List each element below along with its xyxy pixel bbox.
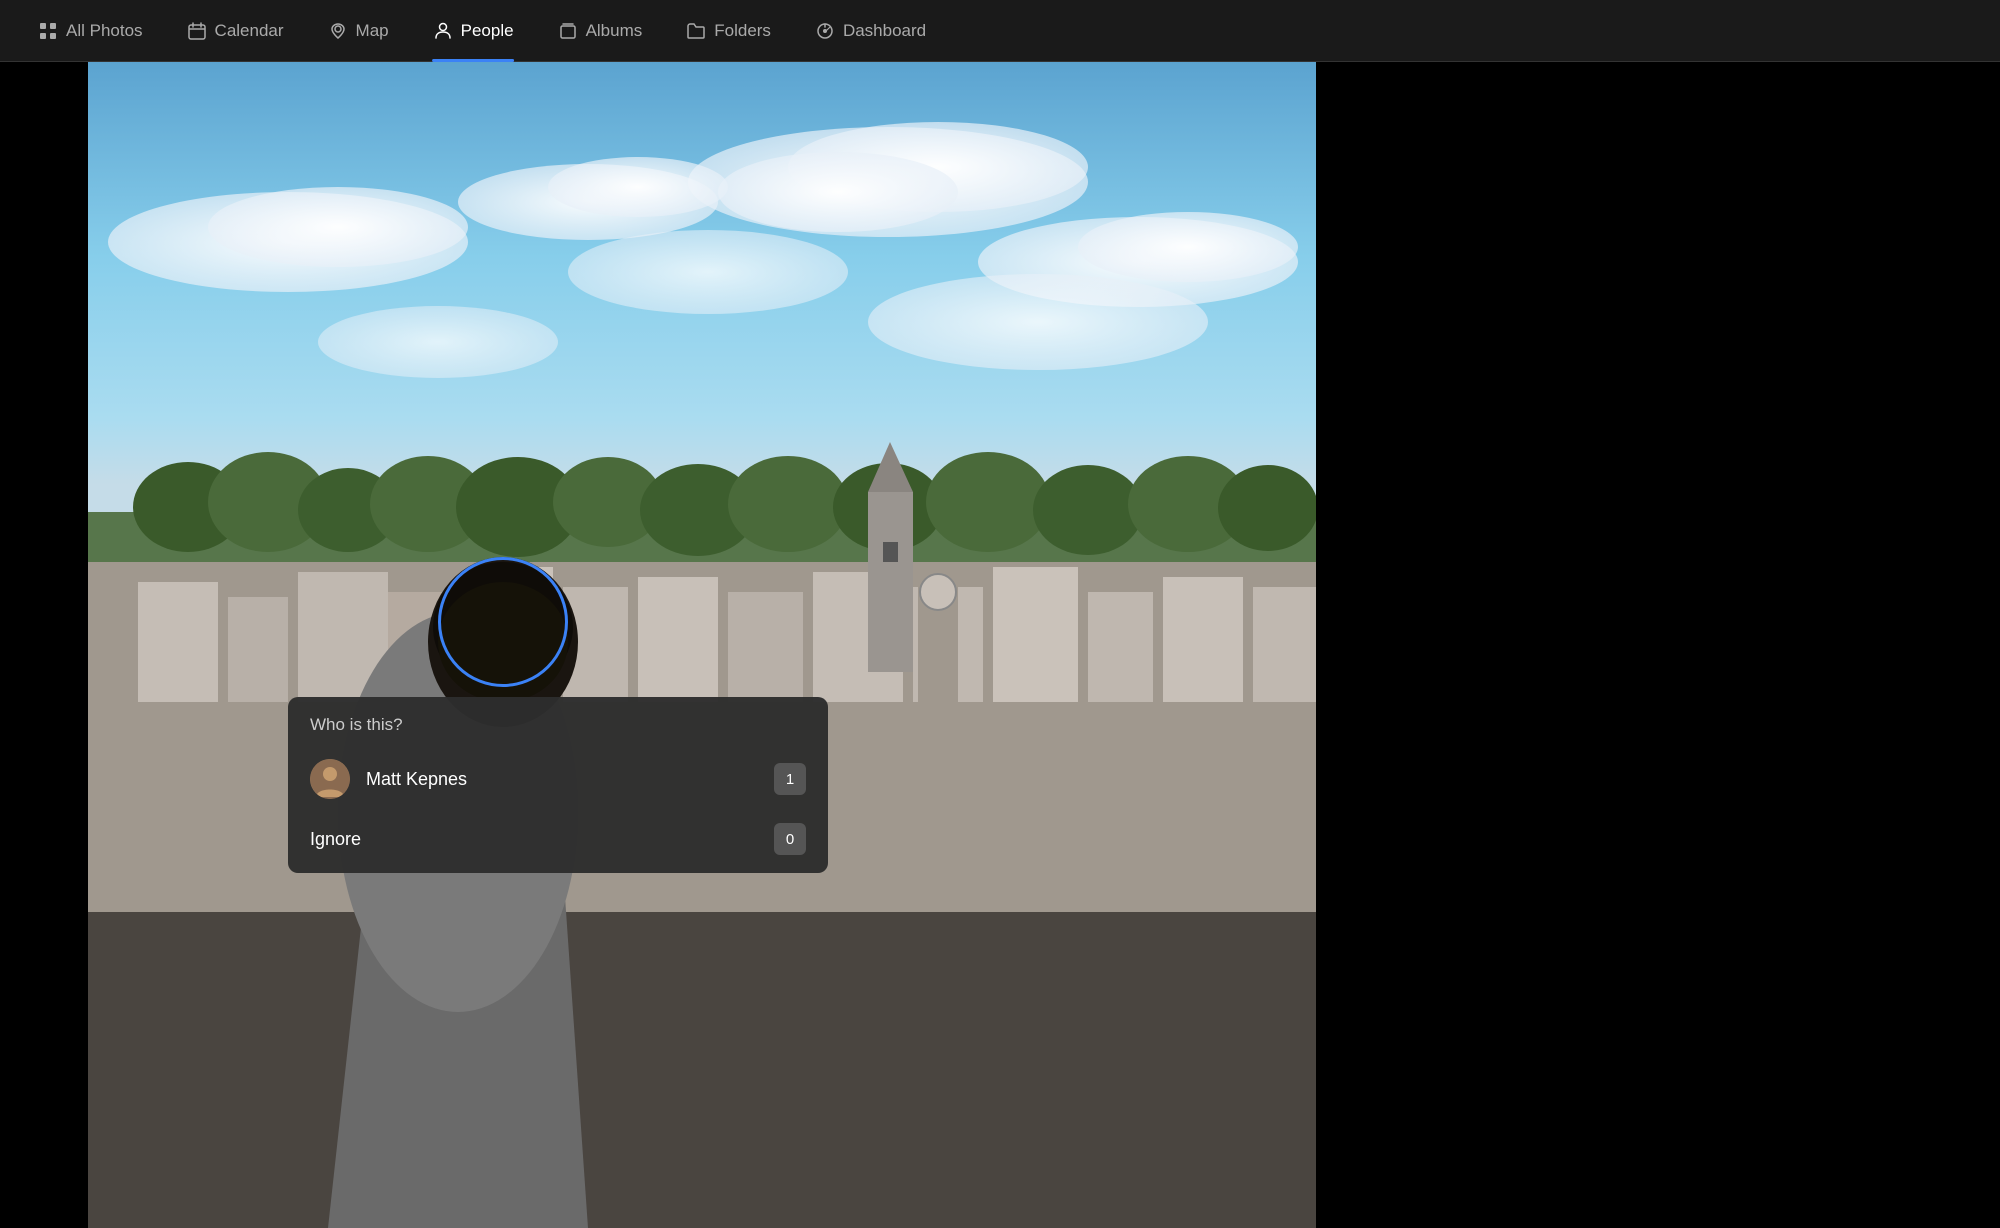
album-icon <box>558 21 578 41</box>
person-icon <box>433 21 453 41</box>
photo-view: Who is this? Matt Kepnes 1 Ignore 0 <box>88 62 1316 1228</box>
calendar-icon <box>187 21 207 41</box>
nav-label-calendar: Calendar <box>215 21 284 41</box>
nav-item-all-photos[interactable]: All Photos <box>20 13 161 49</box>
ignore-label: Ignore <box>310 829 774 850</box>
person-count-badge: 1 <box>774 763 806 795</box>
nav-label-map: Map <box>356 21 389 41</box>
ignore-option[interactable]: Ignore 0 <box>288 811 828 873</box>
ignore-count-badge: 0 <box>774 823 806 855</box>
popup-title: Who is this? <box>288 697 828 747</box>
nav-label-dashboard: Dashboard <box>843 21 926 41</box>
grid-icon <box>38 21 58 41</box>
nav-label-albums: Albums <box>586 21 643 41</box>
dashboard-icon <box>815 21 835 41</box>
photo-background: Who is this? Matt Kepnes 1 Ignore 0 <box>88 62 1316 1228</box>
map-pin-icon <box>328 21 348 41</box>
nav-label-folders: Folders <box>714 21 771 41</box>
nav-label-people: People <box>461 21 514 41</box>
face-detection-circle <box>438 557 568 687</box>
person-name: Matt Kepnes <box>366 769 774 790</box>
navigation-bar: All Photos Calendar Map <box>0 0 2000 62</box>
nav-item-folders[interactable]: Folders <box>668 13 789 49</box>
nav-item-albums[interactable]: Albums <box>540 13 661 49</box>
nav-label-all-photos: All Photos <box>66 21 143 41</box>
nav-item-dashboard[interactable]: Dashboard <box>797 13 944 49</box>
avatar <box>310 759 350 799</box>
person-suggestion-item[interactable]: Matt Kepnes 1 <box>288 747 828 811</box>
face-identification-popup: Who is this? Matt Kepnes 1 Ignore 0 <box>288 697 828 873</box>
nav-item-map[interactable]: Map <box>310 13 407 49</box>
folder-icon <box>686 21 706 41</box>
nav-item-people[interactable]: People <box>415 13 532 49</box>
nav-item-calendar[interactable]: Calendar <box>169 13 302 49</box>
